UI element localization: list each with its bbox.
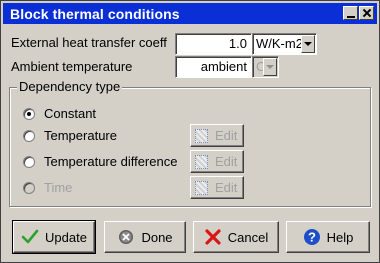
edit-icon [195, 128, 208, 143]
update-label: Update [45, 229, 87, 245]
edit-icon [195, 180, 208, 195]
edit-label: Edit [215, 128, 238, 143]
chevron-down-icon [263, 58, 277, 76]
htc-label: External heat transfer coeff [11, 35, 167, 50]
ambient-label: Ambient temperature [11, 59, 133, 74]
cancel-button[interactable]: Cancel [193, 221, 279, 253]
radio-time-label: Time [44, 180, 73, 195]
done-icon [117, 228, 135, 246]
ambient-unit-select: C [252, 56, 279, 78]
edit-label: Edit [215, 154, 238, 169]
radio-icon[interactable] [23, 107, 35, 120]
title-bar[interactable]: Block thermal conditions [3, 3, 377, 24]
radio-temperature-difference-label: Temperature difference [44, 154, 178, 169]
ambient-input[interactable]: ambient [175, 56, 252, 78]
radio-icon[interactable] [23, 129, 35, 142]
done-button[interactable]: Done [104, 221, 186, 253]
radio-icon [23, 181, 35, 194]
edit-time-button: Edit [190, 176, 244, 199]
block-thermal-conditions-dialog: Block thermal conditions External heat t… [0, 0, 380, 263]
update-button[interactable]: Update [12, 220, 96, 254]
htc-unit-select[interactable]: W/K-m2 [252, 33, 317, 55]
radio-constant[interactable]: Constant [23, 106, 96, 121]
htc-unit-value: W/K-m2 [256, 36, 303, 51]
radio-icon[interactable] [23, 155, 35, 168]
chevron-down-icon[interactable] [301, 35, 315, 53]
radio-time: Time [23, 180, 72, 195]
edit-icon [195, 154, 208, 169]
edit-label: Edit [215, 180, 238, 195]
window-title: Block thermal conditions [10, 5, 180, 22]
edit-temperature-difference-button: Edit [190, 150, 244, 173]
cancel-label: Cancel [227, 229, 269, 245]
radio-temperature-label: Temperature [44, 128, 117, 143]
edit-temperature-button: Edit [190, 124, 244, 147]
help-label: Help [326, 229, 354, 245]
radio-temperature-difference[interactable]: Temperature difference [23, 154, 177, 169]
minimize-icon [346, 15, 355, 18]
x-icon [204, 228, 222, 246]
help-button[interactable]: ? Help [286, 221, 370, 253]
close-button[interactable] [359, 6, 374, 20]
checkmark-icon [21, 228, 39, 246]
radio-constant-label: Constant [44, 106, 97, 121]
done-label: Done [141, 229, 173, 245]
htc-input[interactable]: 1.0 [175, 33, 252, 55]
radio-temperature[interactable]: Temperature [23, 128, 117, 143]
close-icon [362, 8, 372, 18]
minimize-button[interactable] [343, 6, 358, 20]
dependency-type-legend: Dependency type [17, 79, 123, 94]
svg-text:?: ? [308, 230, 316, 245]
question-icon: ? [303, 228, 321, 246]
